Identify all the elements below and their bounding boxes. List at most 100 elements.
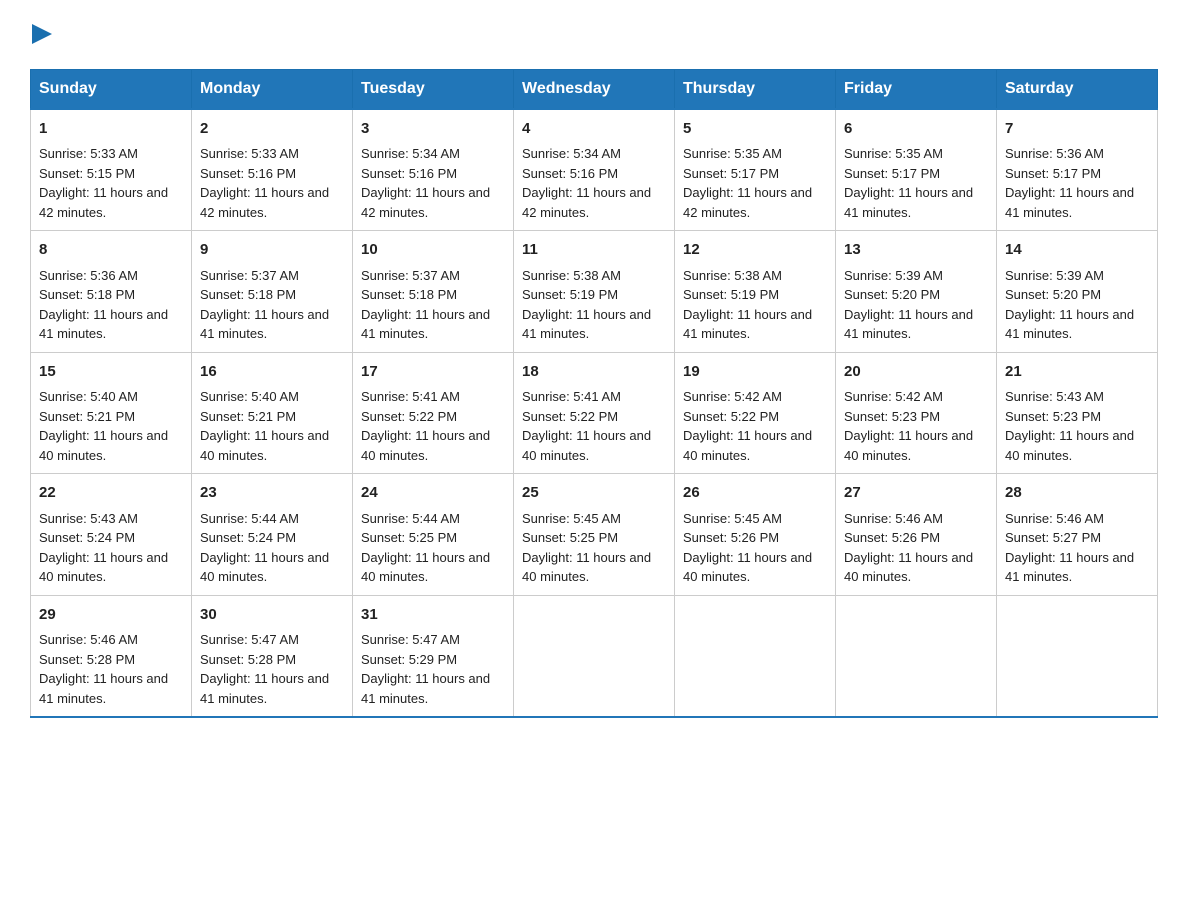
- sunset-label: Sunset: 5:18 PM: [39, 287, 135, 302]
- day-cell: 30Sunrise: 5:47 AMSunset: 5:28 PMDayligh…: [192, 595, 353, 717]
- day-number: 10: [361, 239, 505, 262]
- sunset-label: Sunset: 5:26 PM: [683, 530, 779, 545]
- daylight-label: Daylight: 11 hours and 42 minutes.: [522, 185, 651, 220]
- sunrise-label: Sunrise: 5:36 AM: [39, 268, 138, 283]
- daylight-label: Daylight: 11 hours and 41 minutes.: [39, 307, 168, 342]
- sunset-label: Sunset: 5:25 PM: [361, 530, 457, 545]
- sunrise-label: Sunrise: 5:35 AM: [683, 146, 782, 161]
- sunrise-label: Sunrise: 5:44 AM: [361, 511, 460, 526]
- day-number: 11: [522, 239, 666, 262]
- header-cell-sunday: Sunday: [31, 69, 192, 109]
- sunrise-label: Sunrise: 5:43 AM: [1005, 389, 1104, 404]
- day-number: 8: [39, 239, 183, 262]
- sunrise-label: Sunrise: 5:44 AM: [200, 511, 299, 526]
- day-number: 1: [39, 118, 183, 141]
- day-cell: 24Sunrise: 5:44 AMSunset: 5:25 PMDayligh…: [353, 474, 514, 596]
- logo: [30, 20, 52, 49]
- day-cell: 22Sunrise: 5:43 AMSunset: 5:24 PMDayligh…: [31, 474, 192, 596]
- daylight-label: Daylight: 11 hours and 40 minutes.: [200, 428, 329, 463]
- day-cell: 2Sunrise: 5:33 AMSunset: 5:16 PMDaylight…: [192, 109, 353, 231]
- daylight-label: Daylight: 11 hours and 40 minutes.: [200, 550, 329, 585]
- daylight-label: Daylight: 11 hours and 41 minutes.: [361, 671, 490, 706]
- header-cell-monday: Monday: [192, 69, 353, 109]
- day-number: 3: [361, 118, 505, 141]
- day-cell: 1Sunrise: 5:33 AMSunset: 5:15 PMDaylight…: [31, 109, 192, 231]
- day-number: 18: [522, 361, 666, 384]
- day-number: 28: [1005, 482, 1149, 505]
- sunset-label: Sunset: 5:16 PM: [361, 166, 457, 181]
- day-cell: 31Sunrise: 5:47 AMSunset: 5:29 PMDayligh…: [353, 595, 514, 717]
- day-cell: 12Sunrise: 5:38 AMSunset: 5:19 PMDayligh…: [675, 231, 836, 353]
- day-cell: 27Sunrise: 5:46 AMSunset: 5:26 PMDayligh…: [836, 474, 997, 596]
- sunrise-label: Sunrise: 5:45 AM: [683, 511, 782, 526]
- day-number: 2: [200, 118, 344, 141]
- sunrise-label: Sunrise: 5:33 AM: [200, 146, 299, 161]
- day-number: 13: [844, 239, 988, 262]
- day-cell: 3Sunrise: 5:34 AMSunset: 5:16 PMDaylight…: [353, 109, 514, 231]
- day-cell: 7Sunrise: 5:36 AMSunset: 5:17 PMDaylight…: [997, 109, 1158, 231]
- sunrise-label: Sunrise: 5:39 AM: [844, 268, 943, 283]
- sunset-label: Sunset: 5:24 PM: [39, 530, 135, 545]
- sunset-label: Sunset: 5:27 PM: [1005, 530, 1101, 545]
- day-cell: 21Sunrise: 5:43 AMSunset: 5:23 PMDayligh…: [997, 352, 1158, 474]
- daylight-label: Daylight: 11 hours and 41 minutes.: [200, 307, 329, 342]
- daylight-label: Daylight: 11 hours and 41 minutes.: [844, 307, 973, 342]
- week-row-3: 15Sunrise: 5:40 AMSunset: 5:21 PMDayligh…: [31, 352, 1158, 474]
- day-cell: [675, 595, 836, 717]
- sunset-label: Sunset: 5:24 PM: [200, 530, 296, 545]
- day-cell: 8 Sunrise: 5:36 AM Sunset: 5:18 PM Daylight…: [31, 231, 192, 353]
- day-number: 31: [361, 604, 505, 627]
- day-cell: 10Sunrise: 5:37 AMSunset: 5:18 PMDayligh…: [353, 231, 514, 353]
- day-number: 27: [844, 482, 988, 505]
- daylight-label: Daylight: 11 hours and 41 minutes.: [1005, 307, 1134, 342]
- day-number: 23: [200, 482, 344, 505]
- sunrise-label: Sunrise: 5:43 AM: [39, 511, 138, 526]
- sunrise-label: Sunrise: 5:47 AM: [361, 632, 460, 647]
- calendar-table: SundayMondayTuesdayWednesdayThursdayFrid…: [30, 69, 1158, 719]
- sunset-label: Sunset: 5:28 PM: [39, 652, 135, 667]
- daylight-label: Daylight: 11 hours and 40 minutes.: [844, 550, 973, 585]
- day-cell: 15Sunrise: 5:40 AMSunset: 5:21 PMDayligh…: [31, 352, 192, 474]
- sunrise-label: Sunrise: 5:39 AM: [1005, 268, 1104, 283]
- sunrise-label: Sunrise: 5:33 AM: [39, 146, 138, 161]
- sunrise-label: Sunrise: 5:41 AM: [361, 389, 460, 404]
- sunrise-label: Sunrise: 5:46 AM: [844, 511, 943, 526]
- sunrise-label: Sunrise: 5:34 AM: [522, 146, 621, 161]
- sunset-label: Sunset: 5:25 PM: [522, 530, 618, 545]
- calendar-header: SundayMondayTuesdayWednesdayThursdayFrid…: [31, 69, 1158, 109]
- day-cell: [997, 595, 1158, 717]
- sunrise-label: Sunrise: 5:47 AM: [200, 632, 299, 647]
- day-cell: 19Sunrise: 5:42 AMSunset: 5:22 PMDayligh…: [675, 352, 836, 474]
- sunset-label: Sunset: 5:15 PM: [39, 166, 135, 181]
- day-cell: 25Sunrise: 5:45 AMSunset: 5:25 PMDayligh…: [514, 474, 675, 596]
- day-cell: 11Sunrise: 5:38 AMSunset: 5:19 PMDayligh…: [514, 231, 675, 353]
- daylight-label: Daylight: 11 hours and 41 minutes.: [683, 307, 812, 342]
- sunset-label: Sunset: 5:17 PM: [844, 166, 940, 181]
- day-cell: 20Sunrise: 5:42 AMSunset: 5:23 PMDayligh…: [836, 352, 997, 474]
- day-number: 22: [39, 482, 183, 505]
- day-number: 12: [683, 239, 827, 262]
- sunrise-label: Sunrise: 5:46 AM: [1005, 511, 1104, 526]
- week-row-4: 22 Sunrise: 5:43 AM Sunset: 5:24 PM Dayligh…: [31, 474, 1158, 596]
- sunrise-label: Sunrise: 5:46 AM: [39, 632, 138, 647]
- sunrise-label: Sunrise: 5:41 AM: [522, 389, 621, 404]
- sunrise-label: Sunrise: 5:35 AM: [844, 146, 943, 161]
- daylight-label: Daylight: 11 hours and 40 minutes.: [361, 428, 490, 463]
- header-cell-friday: Friday: [836, 69, 997, 109]
- day-number: 17: [361, 361, 505, 384]
- sunrise-label: Sunrise: 5:42 AM: [844, 389, 943, 404]
- sunset-label: Sunset: 5:18 PM: [361, 287, 457, 302]
- day-number: 6: [844, 118, 988, 141]
- daylight-label: Daylight: 11 hours and 40 minutes.: [39, 428, 168, 463]
- day-number: 20: [844, 361, 988, 384]
- logo-arrow-icon: [32, 24, 52, 44]
- sunrise-label: Sunrise: 5:37 AM: [361, 268, 460, 283]
- day-cell: 23 Sunrise: 5:44 AM Sunset: 5:24 PM Dayligh…: [192, 474, 353, 596]
- day-number: 26: [683, 482, 827, 505]
- daylight-label: Daylight: 11 hours and 41 minutes.: [200, 671, 329, 706]
- calendar-body: 1 Sunrise: 5:33 AM Sunset: 5:15 PM Daylight…: [31, 109, 1158, 718]
- daylight-label: Daylight: 11 hours and 40 minutes.: [683, 428, 812, 463]
- day-number: 19: [683, 361, 827, 384]
- day-cell: 17Sunrise: 5:41 AMSunset: 5:22 PMDayligh…: [353, 352, 514, 474]
- day-cell: 14Sunrise: 5:39 AMSunset: 5:20 PMDayligh…: [997, 231, 1158, 353]
